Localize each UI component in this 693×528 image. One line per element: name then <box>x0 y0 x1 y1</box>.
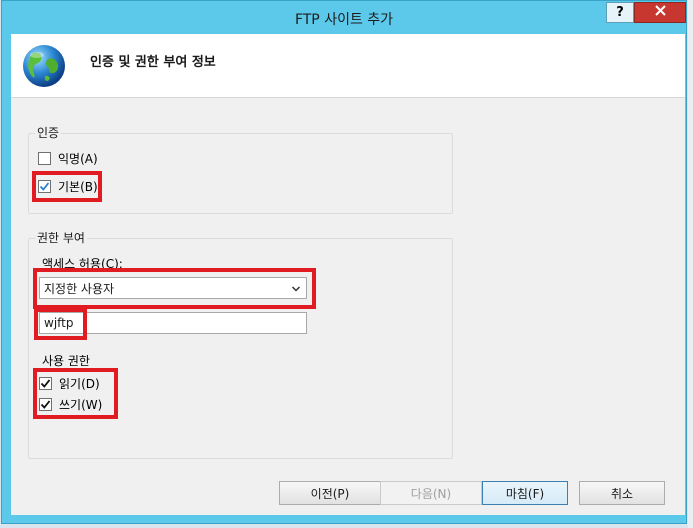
access-allow-value: 지정한 사용자 <box>44 281 115 296</box>
globe-icon <box>21 43 67 92</box>
checkmark-icon <box>39 182 50 191</box>
read-label: 읽기(D) <box>59 377 100 391</box>
user-name-value: wjftp <box>44 316 74 330</box>
title-bar[interactable]: FTP 사이트 추가 ? <box>2 1 686 33</box>
access-allow-select[interactable]: 지정한 사용자 <box>39 277 307 299</box>
basic-checkbox[interactable] <box>38 180 51 193</box>
anonymous-checkbox-row[interactable]: 익명(A) <box>38 150 98 167</box>
chevron-down-icon <box>291 283 301 297</box>
authentication-group <box>28 133 453 214</box>
authentication-group-label: 인증 <box>35 124 62 141</box>
next-button[interactable]: 다음(N) <box>380 481 482 505</box>
read-checkbox-row[interactable]: 읽기(D) <box>39 375 100 392</box>
background-edge <box>688 0 693 528</box>
wizard-header: 인증 및 권한 부여 정보 <box>11 34 685 97</box>
finish-button[interactable]: 마침(F) <box>482 481 568 505</box>
write-checkbox-row[interactable]: 쓰기(W) <box>39 396 102 413</box>
write-checkbox[interactable] <box>39 398 52 411</box>
help-button[interactable]: ? <box>606 2 634 23</box>
cancel-button[interactable]: 취소 <box>579 481 665 505</box>
permissions-label: 사용 권한 <box>42 354 90 368</box>
page-title: 인증 및 권한 부여 정보 <box>90 55 216 70</box>
basic-checkbox-row[interactable]: 기본(B) <box>38 178 98 195</box>
user-name-input[interactable]: wjftp <box>39 312 307 334</box>
checkmark-icon <box>40 379 51 388</box>
close-button[interactable] <box>634 2 686 23</box>
anonymous-checkbox[interactable] <box>38 152 51 165</box>
access-allow-label: 액세스 허용(C): <box>42 257 123 271</box>
basic-label: 기본(B) <box>58 180 98 194</box>
read-checkbox[interactable] <box>39 377 52 390</box>
anonymous-label: 익명(A) <box>58 152 98 166</box>
close-icon <box>654 5 666 20</box>
checkmark-icon <box>40 400 51 409</box>
window-title: FTP 사이트 추가 <box>294 12 394 28</box>
previous-button[interactable]: 이전(P) <box>279 481 381 505</box>
write-label: 쓰기(W) <box>59 398 103 412</box>
dialog-window: FTP 사이트 추가 ? 인증 및 권한 부여 정보 인증 익명(A) 기본(B… <box>1 0 687 524</box>
wizard-content: 인증 익명(A) 기본(B) 권한 부여 액세스 허용(C): 지정한 사용자 … <box>11 97 685 515</box>
authorization-group-label: 권한 부여 <box>35 229 87 246</box>
